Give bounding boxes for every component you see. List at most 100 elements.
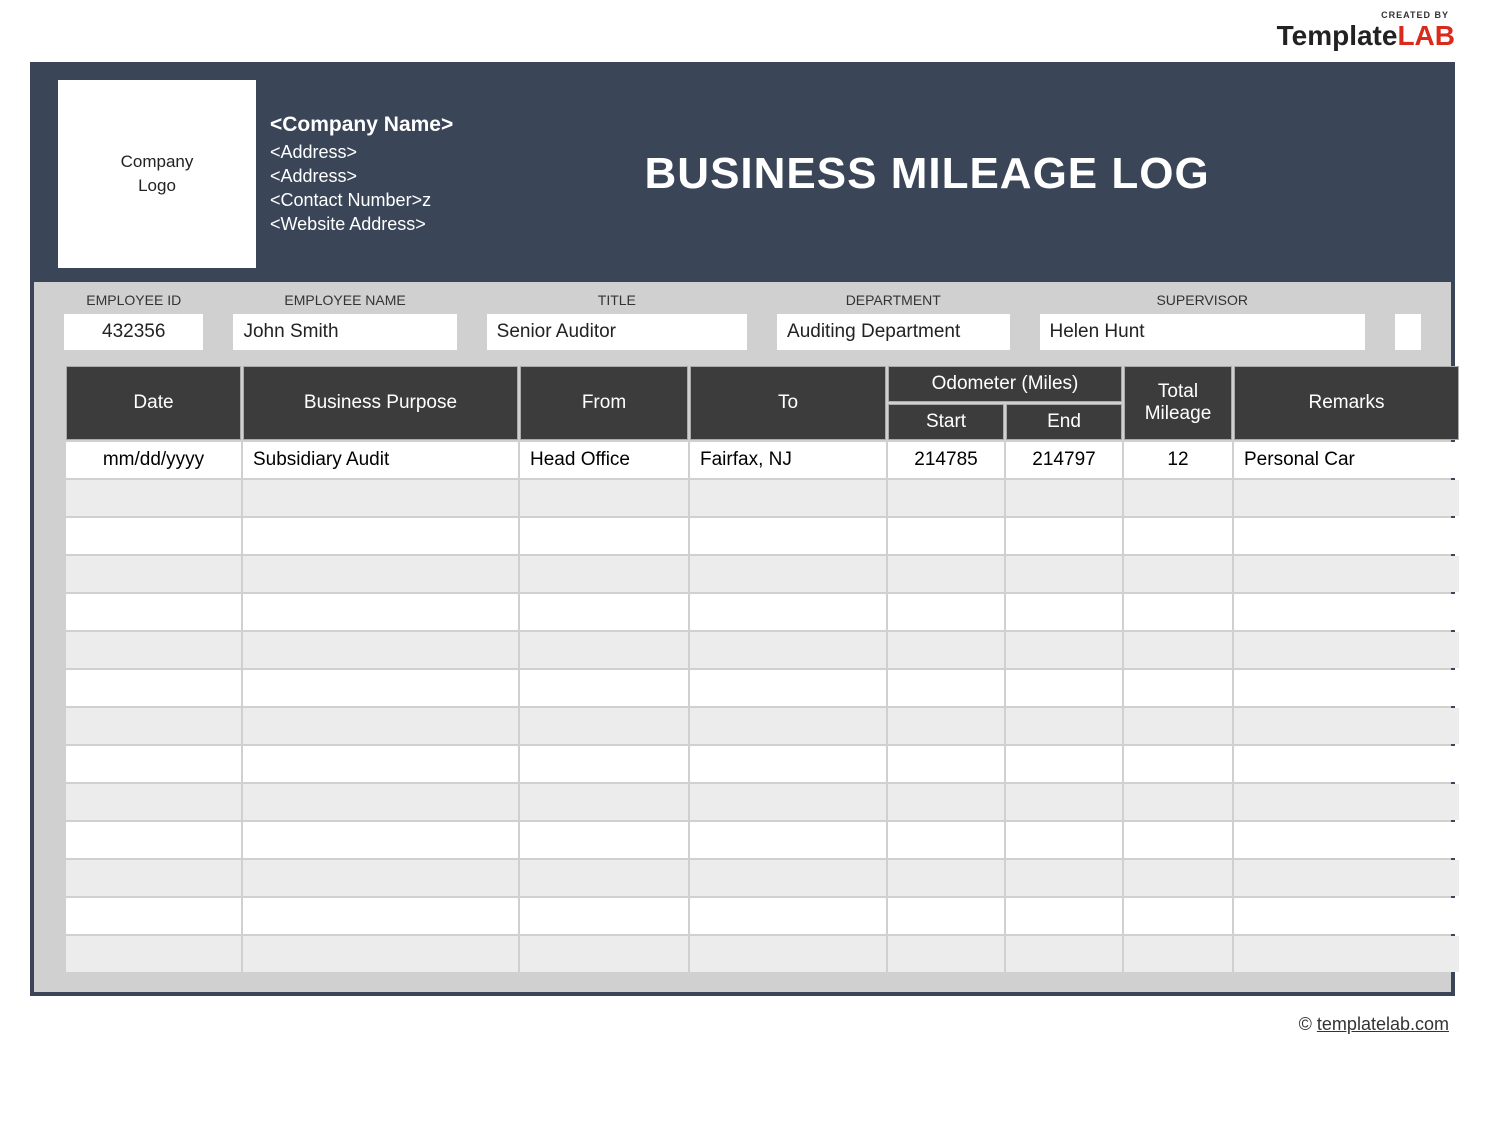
cell-purpose[interactable]	[243, 670, 518, 706]
cell-total[interactable]: 12	[1124, 442, 1232, 478]
cell-purpose[interactable]	[243, 594, 518, 630]
cell-to[interactable]	[690, 898, 886, 934]
cell-start[interactable]	[888, 518, 1004, 554]
cell-from[interactable]	[520, 480, 688, 516]
cell-remarks[interactable]	[1234, 746, 1459, 782]
cell-remarks[interactable]	[1234, 670, 1459, 706]
cell-date[interactable]	[66, 480, 241, 516]
cell-end[interactable]	[1006, 784, 1122, 820]
cell-from[interactable]	[520, 860, 688, 896]
cell-total[interactable]	[1124, 556, 1232, 592]
cell-purpose[interactable]	[243, 898, 518, 934]
cell-date[interactable]	[66, 594, 241, 630]
cell-total[interactable]	[1124, 860, 1232, 896]
cell-end[interactable]	[1006, 518, 1122, 554]
cell-total[interactable]	[1124, 594, 1232, 630]
cell-date[interactable]	[66, 670, 241, 706]
cell-total[interactable]	[1124, 746, 1232, 782]
cell-date[interactable]	[66, 860, 241, 896]
cell-end[interactable]	[1006, 632, 1122, 668]
cell-from[interactable]	[520, 518, 688, 554]
cell-remarks[interactable]: Personal Car	[1234, 442, 1459, 478]
cell-to[interactable]	[690, 784, 886, 820]
cell-start[interactable]	[888, 632, 1004, 668]
cell-remarks[interactable]	[1234, 480, 1459, 516]
cell-to[interactable]	[690, 936, 886, 972]
cell-to[interactable]	[690, 518, 886, 554]
cell-end[interactable]	[1006, 898, 1122, 934]
cell-to[interactable]	[690, 594, 886, 630]
cell-purpose[interactable]: Subsidiary Audit	[243, 442, 518, 478]
cell-end[interactable]	[1006, 860, 1122, 896]
cell-start[interactable]	[888, 594, 1004, 630]
cell-start[interactable]	[888, 556, 1004, 592]
cell-remarks[interactable]	[1234, 632, 1459, 668]
cell-start[interactable]	[888, 936, 1004, 972]
cell-purpose[interactable]	[243, 860, 518, 896]
cell-total[interactable]	[1124, 936, 1232, 972]
cell-from[interactable]	[520, 784, 688, 820]
cell-from[interactable]	[520, 746, 688, 782]
cell-remarks[interactable]	[1234, 860, 1459, 896]
cell-end[interactable]	[1006, 594, 1122, 630]
cell-date[interactable]	[66, 746, 241, 782]
cell-date[interactable]	[66, 898, 241, 934]
cell-to[interactable]	[690, 822, 886, 858]
cell-from[interactable]	[520, 632, 688, 668]
cell-end[interactable]	[1006, 480, 1122, 516]
cell-from[interactable]	[520, 822, 688, 858]
cell-start[interactable]: 214785	[888, 442, 1004, 478]
cell-end[interactable]	[1006, 936, 1122, 972]
cell-total[interactable]	[1124, 784, 1232, 820]
cell-from[interactable]	[520, 898, 688, 934]
field-blank-value[interactable]	[1395, 314, 1421, 350]
cell-end[interactable]	[1006, 670, 1122, 706]
cell-start[interactable]	[888, 860, 1004, 896]
cell-date[interactable]: mm/dd/yyyy	[66, 442, 241, 478]
cell-total[interactable]	[1124, 898, 1232, 934]
cell-end[interactable]	[1006, 556, 1122, 592]
cell-remarks[interactable]	[1234, 518, 1459, 554]
cell-total[interactable]	[1124, 670, 1232, 706]
field-department-value[interactable]: Auditing Department	[777, 314, 1009, 350]
cell-purpose[interactable]	[243, 746, 518, 782]
cell-remarks[interactable]	[1234, 822, 1459, 858]
cell-total[interactable]	[1124, 632, 1232, 668]
cell-to[interactable]	[690, 708, 886, 744]
cell-from[interactable]	[520, 708, 688, 744]
cell-date[interactable]	[66, 784, 241, 820]
cell-from[interactable]	[520, 936, 688, 972]
cell-from[interactable]	[520, 556, 688, 592]
cell-total[interactable]	[1124, 480, 1232, 516]
cell-purpose[interactable]	[243, 556, 518, 592]
field-title-value[interactable]: Senior Auditor	[487, 314, 747, 350]
cell-end[interactable]: 214797	[1006, 442, 1122, 478]
cell-from[interactable]: Head Office	[520, 442, 688, 478]
cell-end[interactable]	[1006, 708, 1122, 744]
cell-remarks[interactable]	[1234, 556, 1459, 592]
cell-start[interactable]	[888, 898, 1004, 934]
cell-remarks[interactable]	[1234, 594, 1459, 630]
cell-to[interactable]	[690, 632, 886, 668]
cell-remarks[interactable]	[1234, 784, 1459, 820]
cell-remarks[interactable]	[1234, 936, 1459, 972]
cell-purpose[interactable]	[243, 822, 518, 858]
cell-to[interactable]	[690, 746, 886, 782]
cell-to[interactable]	[690, 480, 886, 516]
cell-purpose[interactable]	[243, 480, 518, 516]
cell-to[interactable]: Fairfax, NJ	[690, 442, 886, 478]
cell-remarks[interactable]	[1234, 898, 1459, 934]
cell-to[interactable]	[690, 556, 886, 592]
cell-purpose[interactable]	[243, 518, 518, 554]
footer-link[interactable]: templatelab.com	[1317, 1014, 1449, 1034]
cell-start[interactable]	[888, 708, 1004, 744]
cell-start[interactable]	[888, 480, 1004, 516]
cell-start[interactable]	[888, 822, 1004, 858]
field-supervisor-value[interactable]: Helen Hunt	[1040, 314, 1365, 350]
cell-from[interactable]	[520, 594, 688, 630]
cell-date[interactable]	[66, 556, 241, 592]
cell-date[interactable]	[66, 936, 241, 972]
cell-to[interactable]	[690, 670, 886, 706]
cell-start[interactable]	[888, 670, 1004, 706]
field-employee-id-value[interactable]: 432356	[64, 314, 203, 350]
